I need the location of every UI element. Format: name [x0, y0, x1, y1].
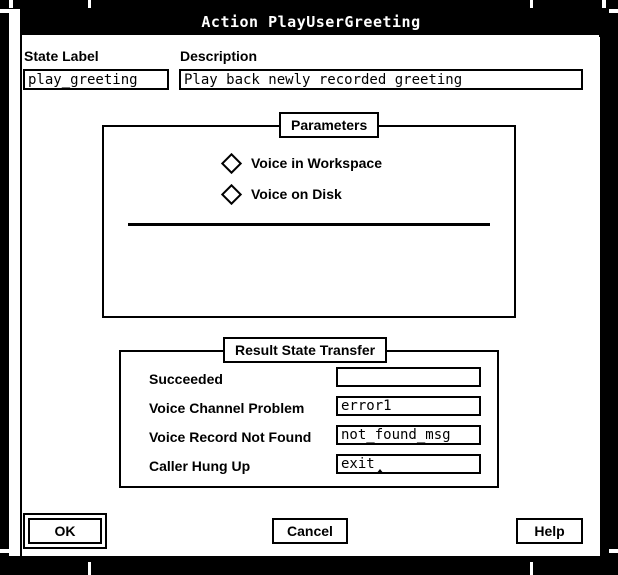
result-row-input-value: exit: [341, 456, 375, 472]
description-input-value: Play back newly recorded greeting: [184, 71, 463, 88]
parameters-separator: [128, 223, 490, 226]
result-row-input-voice-channel-problem[interactable]: error1: [336, 396, 481, 416]
frame-grip-notch-right-bottom: [609, 549, 618, 553]
text-cursor-icon: [375, 468, 384, 472]
window-frame: Action PlayUserGreeting State Label Desc…: [0, 0, 618, 575]
result-state-transfer-group-title-text: Result State Transfer: [235, 342, 376, 358]
result-row-label-voice-channel-problem: Voice Channel Problem: [149, 400, 305, 416]
frame-bottom-bar[interactable]: [0, 556, 618, 575]
help-button[interactable]: Help: [516, 518, 583, 544]
frame-grip-notch-right-top: [609, 9, 618, 13]
parameters-group-title: Parameters: [279, 112, 380, 138]
parameter-option-label: Voice on Disk: [251, 186, 342, 202]
frame-grip-notch-left-top: [0, 9, 9, 13]
diamond-radio-icon[interactable]: [220, 183, 243, 205]
frame-grip-notch-topbar-right: [530, 0, 533, 8]
ok-button[interactable]: OK: [28, 518, 102, 544]
result-row-input-value: not_found_msg: [341, 427, 451, 443]
parameter-option-label: Voice in Workspace: [251, 155, 382, 171]
result-state-transfer-group-title: Result State Transfer: [223, 337, 388, 363]
description-input[interactable]: Play back newly recorded greeting: [179, 69, 583, 90]
result-row-input-caller-hung-up[interactable]: exit: [336, 454, 481, 474]
parameters-group-title-text: Parameters: [291, 117, 368, 133]
frame-right-bar[interactable]: [600, 0, 618, 575]
frame-left-bar[interactable]: [0, 0, 9, 575]
frame-grip-notch-top-left: [9, 0, 13, 8]
cancel-button[interactable]: Cancel: [272, 518, 348, 544]
result-row-label-voice-record-not-found: Voice Record Not Found: [149, 429, 312, 445]
frame-grip-notch-top-right: [602, 0, 606, 8]
cancel-button-label: Cancel: [287, 523, 333, 539]
help-button-label: Help: [534, 523, 565, 539]
frame-inner-outline-bottom: [20, 556, 602, 558]
frame-grip-notch-topbar-left: [88, 0, 91, 8]
state-label-caption: State Label: [24, 48, 99, 64]
frame-grip-notch-left-bottom: [0, 549, 9, 553]
frame-grip-notch-bottom-right: [530, 562, 533, 575]
dialog-client-area: State Label Description play_greeting Pl…: [22, 37, 600, 556]
result-row-label-caller-hung-up: Caller Hung Up: [149, 458, 251, 474]
ok-button-label: OK: [54, 523, 76, 539]
frame-grip-notch-bottom-left: [88, 562, 91, 575]
description-caption: Description: [180, 48, 258, 64]
state-label-input-value: play_greeting: [28, 71, 138, 88]
parameter-option-voice-on-disk[interactable]: Voice on Disk: [220, 183, 342, 205]
parameters-group: [102, 125, 516, 318]
diamond-radio-icon[interactable]: [220, 152, 243, 174]
result-row-label-succeeded: Succeeded: [149, 371, 223, 387]
result-row-input-voice-record-not-found[interactable]: not_found_msg: [336, 425, 481, 445]
parameter-option-voice-in-workspace[interactable]: Voice in Workspace: [220, 152, 382, 174]
window-title: Action PlayUserGreeting: [201, 13, 421, 31]
state-label-input[interactable]: play_greeting: [23, 69, 169, 90]
result-row-input-value: error1: [341, 398, 392, 414]
window-titlebar[interactable]: Action PlayUserGreeting: [22, 9, 600, 35]
result-row-input-succeeded[interactable]: [336, 367, 481, 387]
